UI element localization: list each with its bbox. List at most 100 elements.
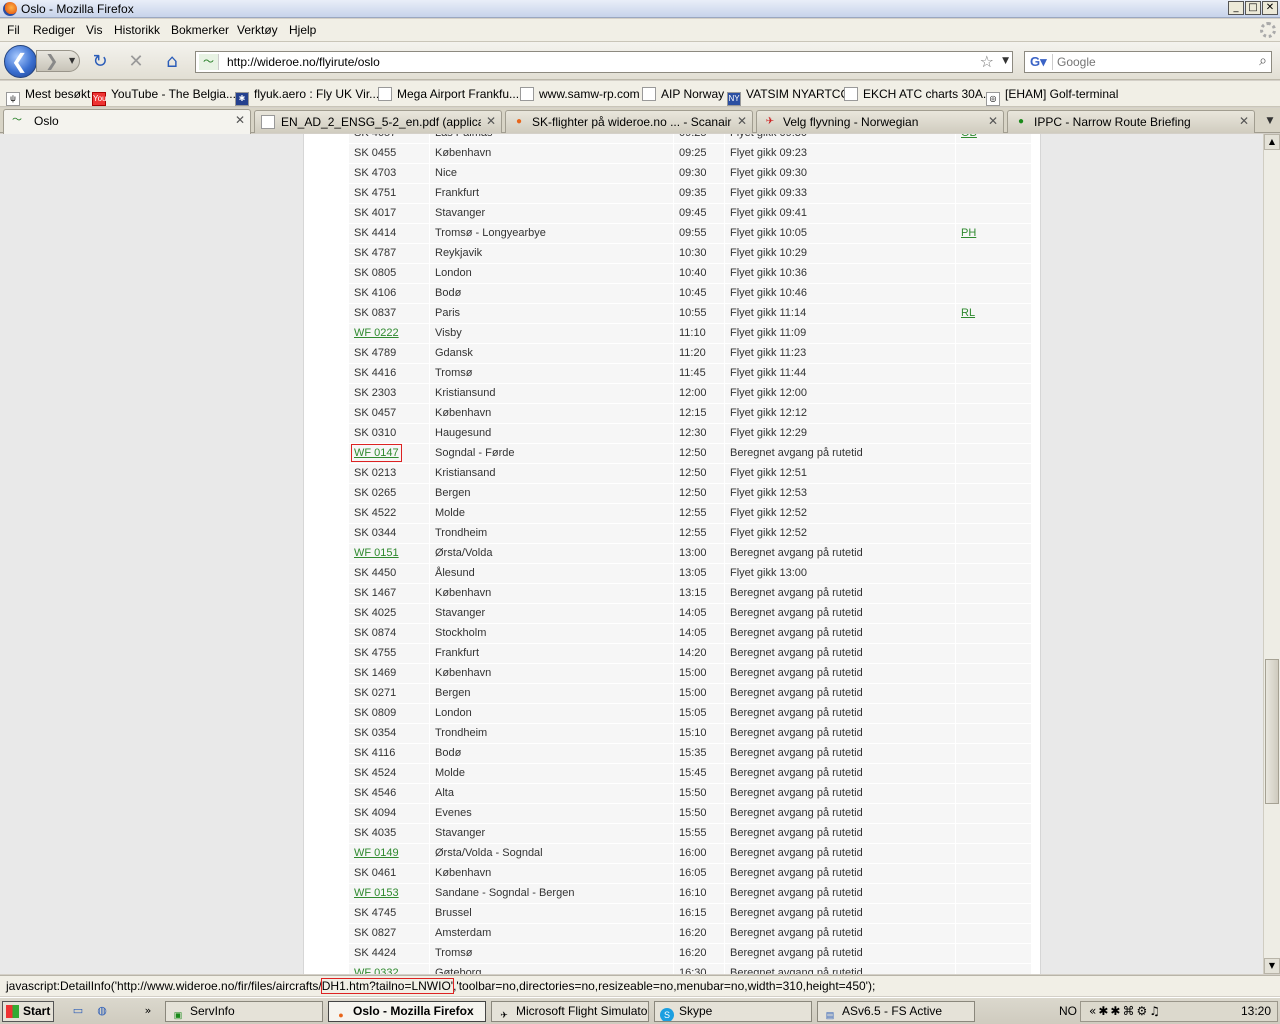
tab-list-button[interactable]: ▼ <box>1260 110 1280 133</box>
bookmark-item[interactable]: www.samw-rp.com <box>520 85 640 103</box>
info-link[interactable]: OB <box>961 134 977 139</box>
home-icon[interactable]: ⌂ <box>162 52 182 72</box>
info-link[interactable]: PH <box>961 227 976 239</box>
bookmark-item[interactable]: EKCH ATC charts 30A... <box>844 85 993 103</box>
column-divider <box>724 134 725 144</box>
search-icon[interactable]: ⌕ <box>1259 53 1267 69</box>
column-divider <box>955 344 956 364</box>
flight-row: SK 4116 Bodø 15:35 Beregnet avgang på rutet… <box>349 744 1031 764</box>
url-bar[interactable]: 〜 http://wideroe.no/flyirute/oslo ☆ ▼ <box>195 51 1013 73</box>
tab-norwegian[interactable]: ✈ Velg flyvning - Norwegian ✕ <box>756 110 1004 133</box>
scroll-up-icon[interactable]: ▲ <box>1264 134 1280 150</box>
tab-pdf[interactable]: EN_AD_2_ENSG_5-2_en.pdf (applicatio... ✕ <box>254 110 502 133</box>
firefox-icon: ● <box>338 1010 344 1020</box>
bookmark-item[interactable]: AIP Norway <box>642 85 724 103</box>
destination: Visby <box>435 327 462 339</box>
flight-row: SK 0461 København 16:05 Beregnet avgang på … <box>349 864 1031 884</box>
minimize-button[interactable]: _ <box>1228 1 1244 15</box>
tab-oslo[interactable]: 〜 Oslo ✕ <box>3 109 251 134</box>
column-divider <box>724 864 725 884</box>
history-dropdown-icon[interactable]: ▼ <box>69 56 75 65</box>
quicklaunch-more-icon[interactable]: » <box>140 1003 156 1019</box>
close-tab-icon[interactable]: ✕ <box>1239 114 1249 128</box>
task-label: ASv6.5 - FS Active <box>842 1004 943 1018</box>
flight-number[interactable]: WF 0149 <box>354 847 399 859</box>
scheduled-time: 09:25 <box>679 147 707 159</box>
menu-verktoy[interactable]: Verktøy <box>237 23 278 37</box>
menu-hjelp[interactable]: Hjelp <box>289 23 316 37</box>
menu-bokmerker[interactable]: Bokmerker <box>171 23 229 37</box>
flight-number[interactable]: WF 0151 <box>354 547 399 559</box>
stop-icon[interactable]: ✕ <box>126 52 146 72</box>
menu-fil[interactable]: Fil <box>7 23 20 37</box>
url-dropdown-icon[interactable]: ▼ <box>1002 56 1009 66</box>
tab-ippc[interactable]: ● IPPC - Narrow Route Briefing ✕ <box>1007 110 1255 133</box>
column-divider <box>724 464 725 484</box>
bookmark-item[interactable]: ◎ [EHAM] Golf-terminal <box>986 85 1118 106</box>
scheduled-time: 09:30 <box>679 167 707 179</box>
bookmark-item[interactable]: ✱ flyuk.aero : Fly UK Vir... <box>235 85 379 106</box>
maximize-button[interactable]: □ <box>1245 1 1261 15</box>
menu-historikk[interactable]: Historikk <box>114 23 160 37</box>
taskbar-asv[interactable]: ▤ ASv6.5 - FS Active <box>817 1001 975 1022</box>
flight-number[interactable]: WF 0147 <box>351 444 402 462</box>
flight-number[interactable]: WF 0153 <box>354 887 399 899</box>
google-engine-icon[interactable]: G▾ <box>1027 54 1053 70</box>
site-identity-icon[interactable]: 〜 <box>199 54 219 70</box>
flight-status: Beregnet avgang på rutetid <box>730 587 863 599</box>
flight-number[interactable]: WF 0222 <box>354 327 399 339</box>
scheduled-time: 09:55 <box>679 227 707 239</box>
language-indicator[interactable]: NO <box>1059 1004 1077 1018</box>
close-tab-icon[interactable]: ✕ <box>737 114 747 128</box>
column-divider <box>955 544 956 564</box>
scheduled-time: 09:35 <box>679 187 707 199</box>
taskbar-servinfo[interactable]: ▣ ServInfo <box>165 1001 323 1022</box>
page-content: SK 4657 Las Palmas 09:25 Flyet gikk 09:30 OB… <box>0 134 1263 974</box>
close-button[interactable]: ✕ <box>1262 1 1278 15</box>
destination: Gøteborg <box>435 967 482 974</box>
column-divider <box>429 584 430 604</box>
close-tab-icon[interactable]: ✕ <box>486 114 496 128</box>
taskbar-skype[interactable]: S Skype <box>654 1001 812 1022</box>
column-divider <box>429 944 430 964</box>
status-link-prefix: javascript:DetailInfo('http://www.widero… <box>6 979 322 993</box>
column-divider <box>673 264 674 284</box>
bookmark-item[interactable]: You YouTube - The Belgia... <box>92 85 236 106</box>
start-button[interactable]: Start <box>2 1001 54 1022</box>
info-link[interactable]: RL <box>961 307 975 319</box>
menu-rediger[interactable]: Rediger <box>33 23 75 37</box>
taskbar-firefox[interactable]: ● Oslo - Mozilla Firefox <box>328 1001 486 1022</box>
close-tab-icon[interactable]: ✕ <box>988 114 998 128</box>
scheduled-time: 16:00 <box>679 847 707 859</box>
flight-number: SK 4546 <box>354 787 397 799</box>
vertical-scrollbar[interactable]: ▲ ▼ <box>1263 134 1280 974</box>
url-text[interactable]: http://wideroe.no/flyirute/oslo <box>227 55 380 69</box>
search-bar[interactable]: G▾ ⌕ <box>1024 51 1272 73</box>
bookmark-item[interactable]: ψ Mest besøkt <box>6 85 91 106</box>
column-divider <box>429 684 430 704</box>
page-icon <box>378 87 392 101</box>
menu-vis[interactable]: Vis <box>86 23 102 37</box>
bookmark-label: www.samw-rp.com <box>539 87 640 101</box>
tab-scanair[interactable]: ● SK-flighter på wideroe.no ... - Scanai… <box>505 110 753 133</box>
column-divider <box>955 704 956 724</box>
tray-icons[interactable]: «✱✱⌘⚙♫ <box>1089 1004 1162 1018</box>
bookmark-item[interactable]: NY VATSIM NYARTCC <box>727 85 849 106</box>
flight-row: SK 4546 Alta 15:50 Beregnet avgang på rutet… <box>349 784 1031 804</box>
back-button[interactable]: ❮ <box>4 45 37 78</box>
browser-quicklaunch-icon[interactable]: ◍ <box>94 1003 110 1019</box>
close-tab-icon[interactable]: ✕ <box>235 113 245 127</box>
bookmark-star-icon[interactable]: ☆ <box>980 52 994 71</box>
scroll-down-icon[interactable]: ▼ <box>1264 958 1280 974</box>
flight-number[interactable]: WF 0332 <box>354 967 399 974</box>
tab-label: SK-flighter på wideroe.no ... - Scanair … <box>532 115 732 129</box>
scroll-thumb[interactable] <box>1265 659 1279 804</box>
taskbar-flight-simulator[interactable]: ✈ Microsoft Flight Simulator... <box>491 1001 649 1022</box>
show-desktop-icon[interactable]: ▭ <box>70 1003 86 1019</box>
flight-status: Flyet gikk 09:33 <box>730 187 808 199</box>
forward-button[interactable]: ❯ ▼ <box>36 50 80 72</box>
bookmark-label: Mest besøkt <box>25 87 91 101</box>
bookmark-item[interactable]: Mega Airport Frankfu... <box>378 85 519 103</box>
search-input[interactable] <box>1057 54 1247 70</box>
reload-icon[interactable]: ↻ <box>90 52 110 72</box>
